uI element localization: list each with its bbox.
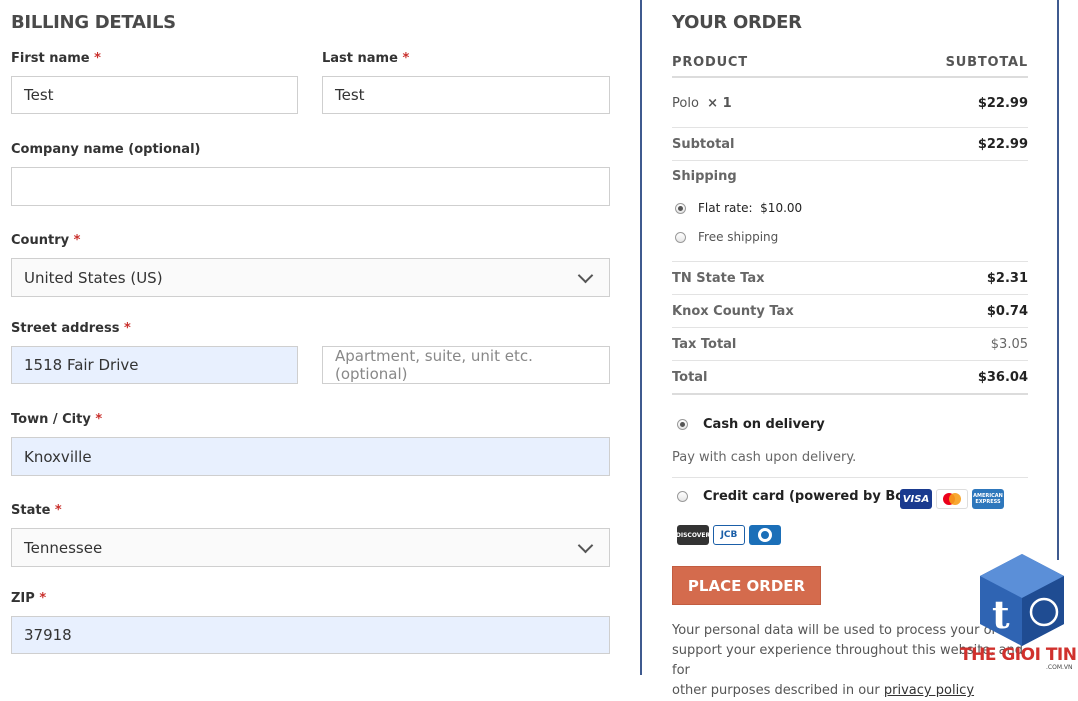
- divider: [672, 127, 1028, 128]
- first-name-label: First name *: [11, 51, 101, 66]
- street-label: Street address *: [11, 321, 131, 336]
- divider: [672, 393, 1028, 395]
- chevron-down-icon: [577, 537, 594, 553]
- col-subtotal-header: SUBTOTAL: [945, 54, 1028, 70]
- country-select[interactable]: United States (US): [11, 258, 610, 297]
- country-label: Country *: [11, 233, 81, 248]
- item-name: Polo × 1: [672, 95, 732, 111]
- radio-icon[interactable]: [675, 231, 686, 243]
- watermark-logo: t THE GIOI TINHOC .COM.VN: [958, 550, 1078, 672]
- tax-value: $2.31: [986, 270, 1028, 286]
- order-panel-border: [1057, 0, 1059, 560]
- privacy-policy-link[interactable]: privacy policy: [884, 683, 974, 698]
- credit-card-label: Credit card (powered by Bolt): [703, 489, 921, 504]
- total-value: $36.04: [977, 369, 1028, 385]
- amex-icon: AMERICAN EXPRESS: [972, 489, 1004, 509]
- tax-value: $0.74: [986, 303, 1028, 319]
- tax-row: Knox County Tax $0.74: [672, 301, 1028, 321]
- chevron-down-icon: [577, 267, 594, 283]
- cube-logo-icon: t: [980, 554, 1064, 646]
- subtotal-value: $22.99: [977, 136, 1028, 152]
- order-table-header: PRODUCT SUBTOTAL: [672, 53, 1028, 71]
- tax-row: TN State Tax $2.31: [672, 268, 1028, 288]
- subtotal-row: Subtotal $22.99: [672, 134, 1028, 154]
- free-shipping-label: Free shipping: [698, 230, 779, 244]
- state-label: State *: [11, 503, 62, 518]
- order-panel-border: [640, 0, 642, 675]
- billing-title: BILLING DETAILS: [11, 12, 176, 33]
- svg-text:t: t: [992, 592, 1010, 637]
- shipping-option-free[interactable]: Free shipping: [675, 230, 778, 244]
- cod-description: Pay with cash upon delivery.: [672, 450, 857, 465]
- watermark-text: THE GIOI TINHOC: [960, 645, 1078, 665]
- shipping-label: Shipping: [672, 168, 737, 184]
- state-select[interactable]: Tennessee: [11, 528, 610, 567]
- divider: [672, 294, 1028, 295]
- tax-total-value: $3.05: [990, 336, 1028, 352]
- company-label: Company name (optional): [11, 142, 201, 157]
- payment-cod[interactable]: Cash on delivery: [677, 417, 825, 432]
- last-name-label: Last name *: [322, 51, 410, 66]
- total-row: Total $36.04: [672, 367, 1028, 387]
- tax-total-row: Tax Total $3.05: [672, 334, 1028, 354]
- required-mark: *: [402, 51, 410, 66]
- required-mark: *: [73, 233, 81, 248]
- item-price: $22.99: [977, 95, 1028, 111]
- discover-icon: DISCOVER: [676, 525, 710, 545]
- tax-label: Knox County Tax: [672, 303, 794, 319]
- total-label: Total: [672, 369, 708, 385]
- country-value: United States (US): [24, 268, 163, 287]
- city-label: Town / City *: [11, 412, 103, 427]
- apartment-field[interactable]: Apartment, suite, unit etc. (optional): [322, 346, 610, 384]
- order-item-row: Polo × 1 $22.99: [672, 93, 1028, 113]
- divider: [672, 327, 1028, 328]
- shipping-option-flat-rate[interactable]: Flat rate: $10.00: [675, 201, 802, 215]
- first-name-field[interactable]: Test: [11, 76, 298, 114]
- place-order-button[interactable]: PLACE ORDER: [672, 566, 821, 605]
- last-name-field[interactable]: Test: [322, 76, 610, 114]
- divider: [672, 360, 1028, 361]
- radio-selected-icon[interactable]: [675, 202, 686, 214]
- radio-icon[interactable]: [677, 491, 688, 502]
- company-field[interactable]: [11, 167, 610, 206]
- watermark-sub: .COM.VN: [1046, 664, 1073, 671]
- street-field[interactable]: 1518 Fair Drive: [11, 346, 298, 384]
- divider: [672, 477, 1028, 478]
- flat-rate-label: Flat rate: $10.00: [698, 201, 803, 215]
- required-mark: *: [94, 51, 101, 66]
- tax-label: TN State Tax: [672, 270, 765, 286]
- diners-icon: [749, 525, 781, 545]
- zip-label: ZIP *: [11, 591, 47, 606]
- jcb-icon: JCB: [713, 525, 745, 545]
- cod-label: Cash on delivery: [703, 417, 825, 432]
- city-field[interactable]: Knoxville: [11, 437, 610, 476]
- divider: [672, 261, 1028, 262]
- required-mark: *: [39, 591, 47, 606]
- shipping-row: Shipping: [672, 166, 1028, 186]
- order-title: YOUR ORDER: [672, 12, 802, 33]
- mastercard-icon: [936, 489, 968, 509]
- payment-credit-card[interactable]: Credit card (powered by Bolt): [677, 489, 921, 504]
- visa-icon: VISA: [900, 489, 932, 509]
- state-value: Tennessee: [24, 538, 103, 557]
- required-mark: *: [123, 321, 131, 336]
- card-icons-row: VISA AMERICAN EXPRESS: [900, 489, 1004, 509]
- col-product-header: PRODUCT: [672, 54, 748, 70]
- divider: [672, 160, 1028, 161]
- card-icons-row: DISCOVER JCB: [676, 525, 781, 545]
- required-mark: *: [95, 412, 103, 427]
- divider: [672, 76, 1028, 78]
- tax-total-label: Tax Total: [672, 336, 737, 352]
- radio-selected-icon[interactable]: [677, 419, 688, 430]
- zip-field[interactable]: 37918: [11, 616, 610, 654]
- required-mark: *: [54, 503, 62, 518]
- subtotal-label: Subtotal: [672, 136, 735, 152]
